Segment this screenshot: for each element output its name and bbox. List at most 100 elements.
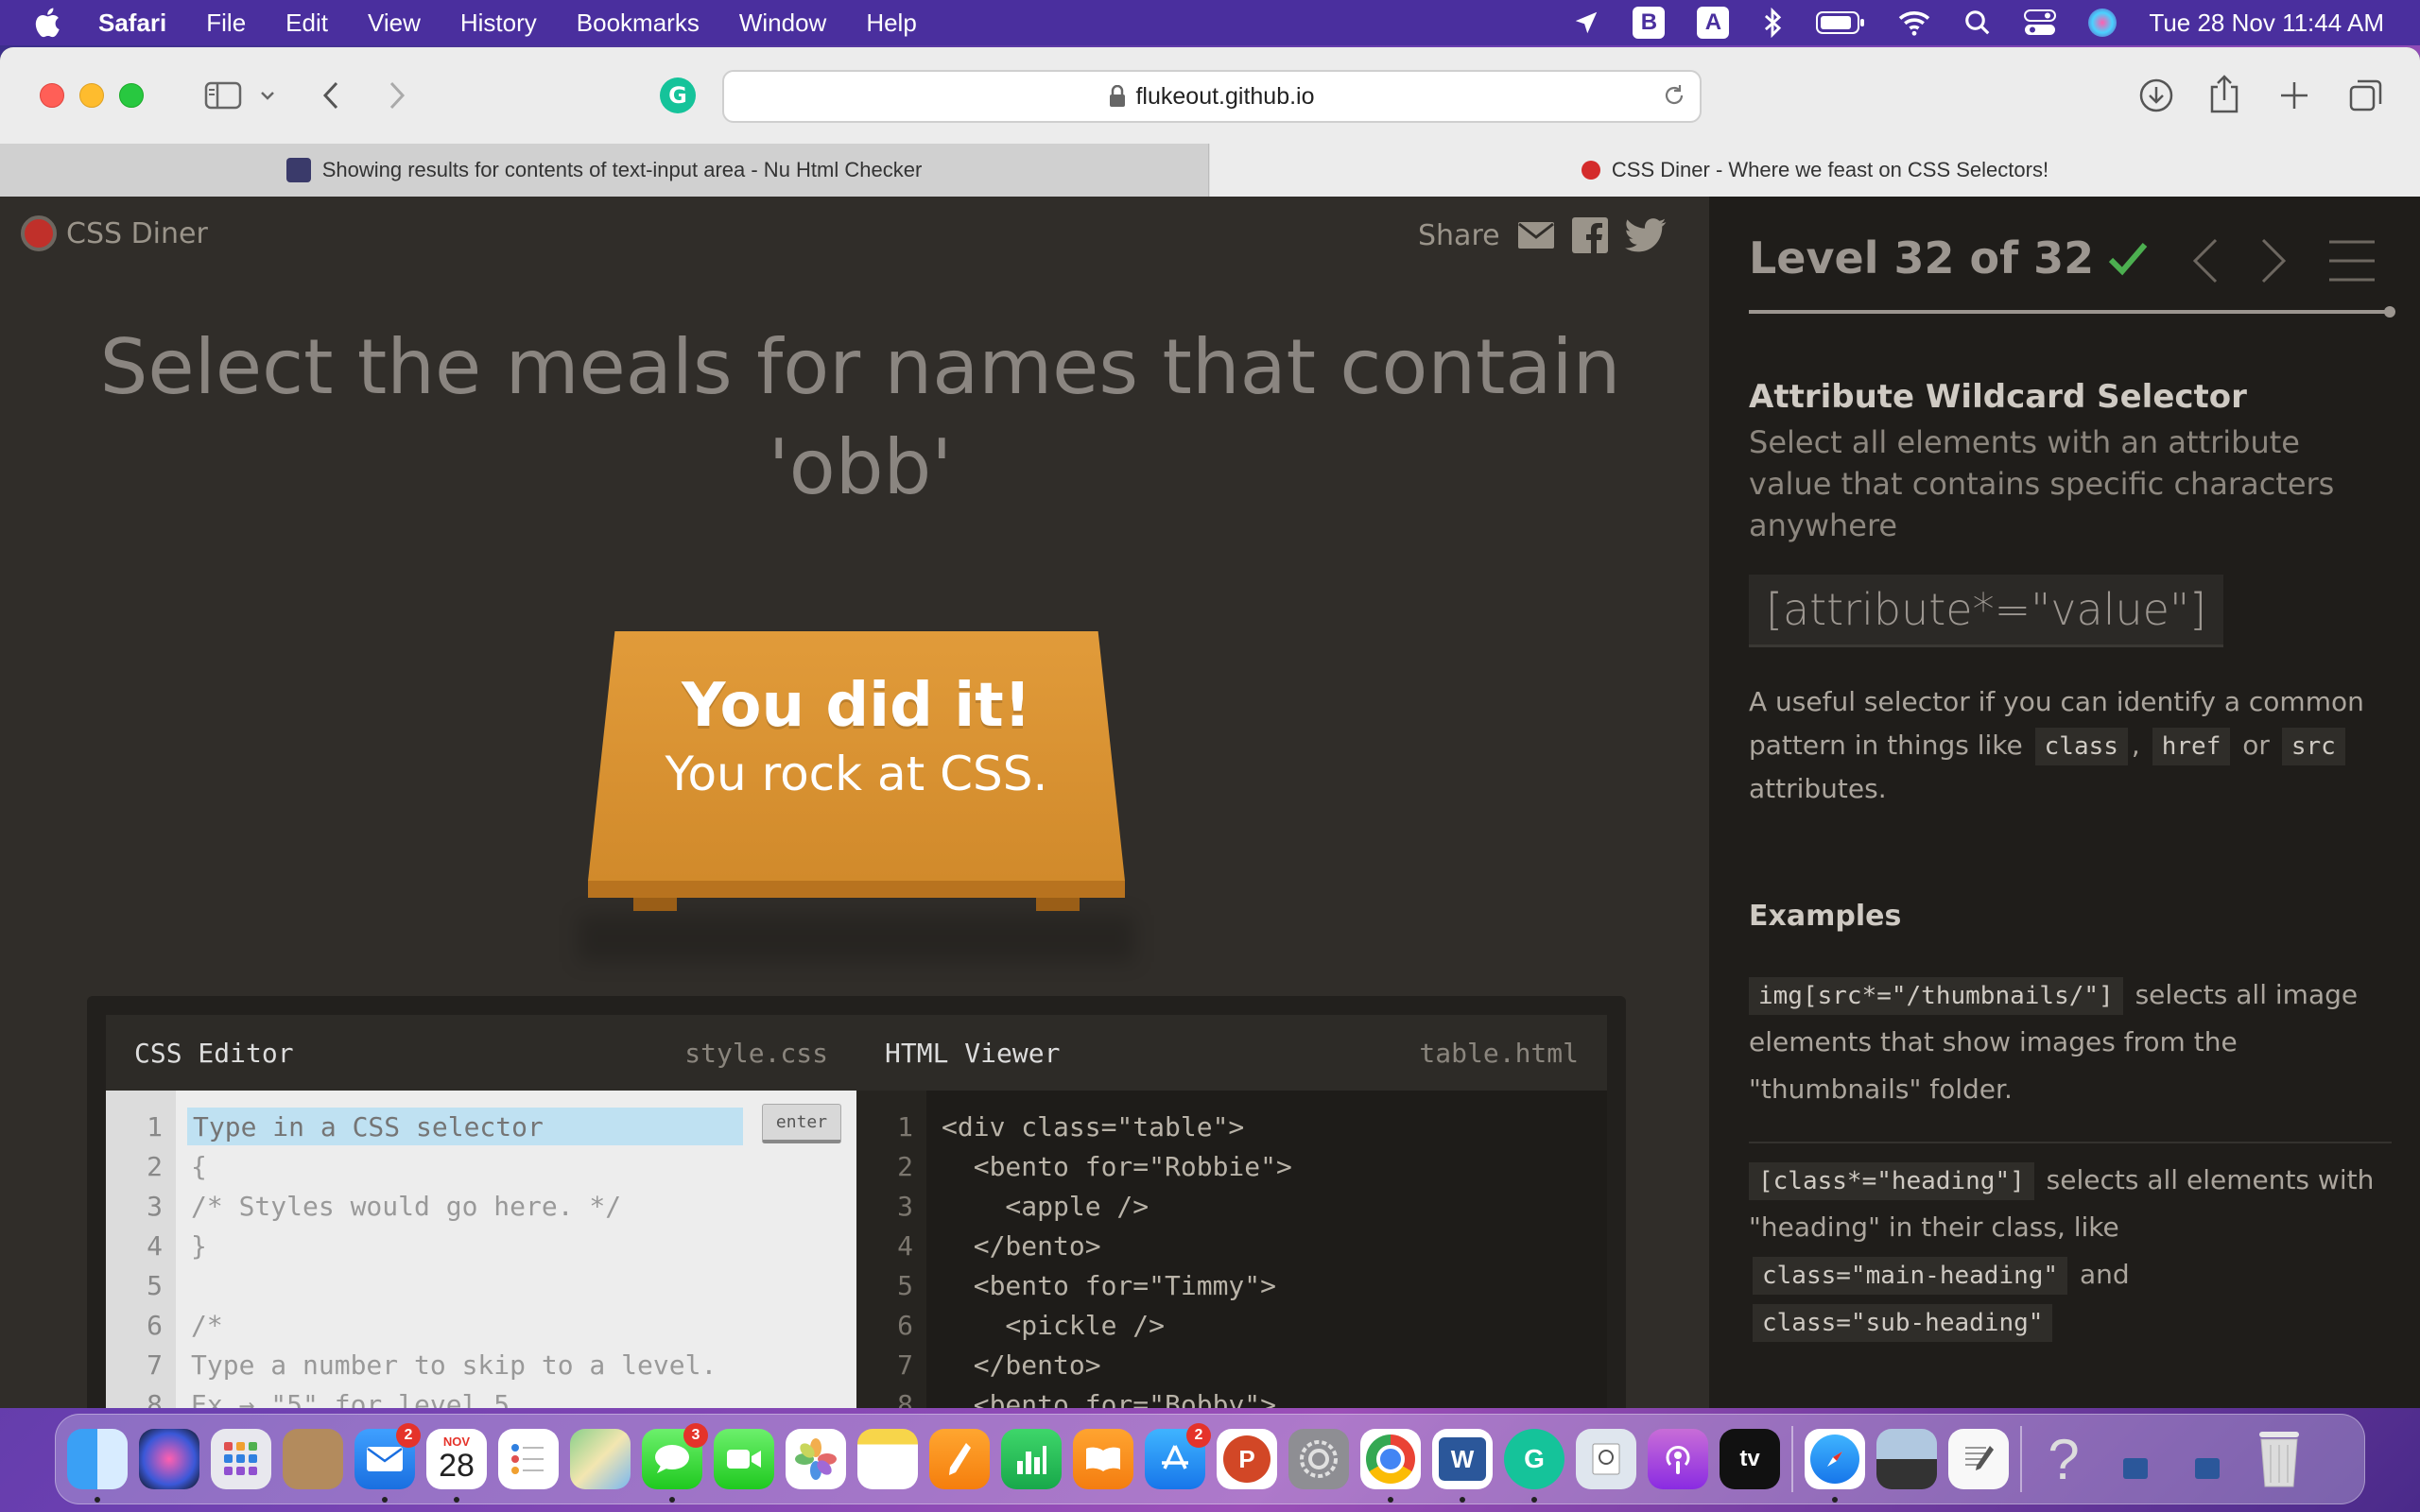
previous-level-icon[interactable] — [2191, 236, 2220, 285]
tab-css-diner[interactable]: CSS Diner - Where we feast on CSS Select… — [1210, 144, 2420, 197]
menu-window[interactable]: Window — [739, 9, 826, 38]
notes-icon[interactable] — [857, 1429, 918, 1489]
css-selector-input[interactable] — [187, 1108, 743, 1145]
spotlight-search-icon[interactable] — [1963, 9, 1992, 37]
example: img[src*="/thumbnails/"] selects all ima… — [1749, 971, 2392, 1113]
hint-text: , — [2131, 730, 2140, 761]
facetime-icon[interactable] — [714, 1429, 774, 1489]
photos-icon[interactable] — [786, 1429, 846, 1489]
menu-history[interactable]: History — [460, 9, 537, 38]
minimize-window-button[interactable] — [79, 83, 104, 108]
reminders-icon[interactable] — [498, 1429, 559, 1489]
markup-line[interactable]: <apple /> — [942, 1191, 1149, 1222]
menu-help[interactable]: Help — [866, 9, 916, 38]
code-line: Ex → "5" for level 5 — [191, 1389, 510, 1408]
menu-bookmarks[interactable]: Bookmarks — [577, 9, 700, 38]
back-icon[interactable] — [321, 79, 342, 112]
siri-app-icon[interactable] — [139, 1429, 199, 1489]
image-capture-icon[interactable] — [1876, 1429, 1937, 1489]
menu-edit[interactable]: Edit — [285, 9, 328, 38]
tab-overview-icon[interactable] — [2348, 77, 2384, 113]
word-document-icon[interactable] — [2177, 1429, 2238, 1489]
share-label: Share — [1418, 218, 1500, 252]
reload-icon[interactable] — [1662, 83, 1686, 108]
contacts-icon[interactable] — [283, 1429, 343, 1489]
email-icon[interactable] — [1517, 221, 1555, 249]
messages-icon[interactable]: 3 — [642, 1423, 708, 1503]
line-number: 7 — [147, 1349, 163, 1381]
system-settings-icon[interactable] — [1288, 1429, 1349, 1489]
level-instruction: Select the meals for names that contain … — [99, 323, 1621, 511]
help-icon[interactable]: ? — [2033, 1428, 2094, 1491]
code-line: /* — [191, 1310, 223, 1341]
word-document-icon[interactable] — [2105, 1429, 2166, 1489]
facebook-icon[interactable] — [1571, 217, 1608, 253]
textedit-icon[interactable] — [1948, 1429, 2009, 1489]
apple-menu-icon[interactable] — [32, 6, 66, 40]
menubar-clock[interactable]: Tue 28 Nov 11:44 AM — [2149, 9, 2384, 38]
calendar-icon[interactable]: NOV 28 — [426, 1429, 487, 1503]
markup-line[interactable]: <div class="table"> — [942, 1111, 1244, 1143]
line-number: 2 — [897, 1151, 913, 1182]
menu-file[interactable]: File — [206, 9, 246, 38]
share-icon[interactable] — [2208, 74, 2240, 113]
trash-icon[interactable] — [2249, 1429, 2309, 1489]
launchpad-icon[interactable] — [211, 1429, 271, 1489]
level-menu-icon[interactable] — [2327, 238, 2377, 284]
location-arrow-icon[interactable] — [1572, 9, 1600, 37]
chevron-down-icon[interactable] — [259, 89, 276, 102]
menu-view[interactable]: View — [368, 9, 421, 38]
markup-line[interactable]: </bento> — [942, 1349, 1101, 1381]
css-diner-logo[interactable]: CSS Diner — [21, 215, 208, 251]
word-icon[interactable]: W — [1432, 1429, 1493, 1503]
text-expander-icon[interactable]: B — [1633, 7, 1666, 39]
forward-icon[interactable] — [386, 79, 406, 112]
menu-app-name[interactable]: Safari — [98, 9, 166, 38]
mail-icon[interactable]: 2 — [354, 1423, 421, 1503]
battery-icon[interactable] — [1816, 9, 1865, 36]
dock-separator — [2020, 1426, 2022, 1492]
bluetooth-icon[interactable] — [1761, 7, 1784, 39]
tab-nu-html-checker[interactable]: Showing results for contents of text-inp… — [0, 144, 1209, 197]
sidebar-toggle-icon[interactable] — [204, 81, 242, 110]
address-bar[interactable]: flukeout.github.io — [722, 70, 1702, 123]
close-window-button[interactable] — [40, 83, 64, 108]
markup-line[interactable]: </bento> — [942, 1230, 1101, 1262]
finder-icon[interactable] — [67, 1429, 128, 1503]
download-icon[interactable] — [2138, 77, 2174, 113]
markup-line[interactable]: <bento for="Robbie"> — [942, 1151, 1292, 1182]
twitter-icon[interactable] — [1624, 217, 1667, 253]
code-tag: img[src*="/thumbnails/"] — [1749, 977, 2123, 1015]
grammarly-icon[interactable]: G — [1504, 1429, 1564, 1503]
enter-button[interactable]: enter — [762, 1104, 841, 1143]
lock-icon — [1110, 85, 1126, 107]
siri-icon[interactable] — [2088, 9, 2118, 37]
table-leg — [1036, 898, 1080, 911]
next-level-icon[interactable] — [2259, 236, 2288, 285]
hint-text: or — [2242, 730, 2270, 761]
markup-line[interactable]: <bento for="Bobby"> — [942, 1389, 1276, 1408]
editors: CSS Editor style.css HTML Viewer table.h… — [106, 1015, 1607, 1408]
input-source-icon[interactable]: A — [1697, 7, 1730, 39]
fullscreen-window-button[interactable] — [119, 83, 144, 108]
markup-line[interactable]: <bento for="Timmy"> — [942, 1270, 1276, 1301]
app-store-icon[interactable]: 2 — [1145, 1423, 1211, 1489]
powerpoint-icon[interactable]: P — [1217, 1429, 1277, 1489]
maps-icon[interactable] — [570, 1429, 631, 1489]
grammarly-extension-icon[interactable]: G — [660, 77, 696, 113]
numbers-icon[interactable] — [1001, 1429, 1062, 1489]
control-center-icon[interactable] — [2024, 9, 2057, 37]
new-tab-icon[interactable] — [2278, 79, 2310, 112]
dining-table: You did it! You rock at CSS. — [579, 631, 1134, 962]
preview-icon[interactable] — [1576, 1429, 1636, 1489]
chrome-icon[interactable] — [1360, 1429, 1421, 1503]
markup-line[interactable]: <pickle /> — [942, 1310, 1165, 1341]
wifi-icon[interactable] — [1897, 9, 1931, 37]
apple-tv-icon[interactable]: tv — [1720, 1429, 1780, 1489]
safari-icon[interactable] — [1805, 1429, 1865, 1503]
tab-label: Showing results for contents of text-inp… — [321, 158, 923, 181]
podcasts-icon[interactable] — [1648, 1429, 1708, 1489]
pages-icon[interactable] — [929, 1429, 990, 1489]
level-indicator[interactable]: Level 32 of 32 — [1749, 232, 2149, 284]
books-icon[interactable] — [1073, 1429, 1133, 1489]
